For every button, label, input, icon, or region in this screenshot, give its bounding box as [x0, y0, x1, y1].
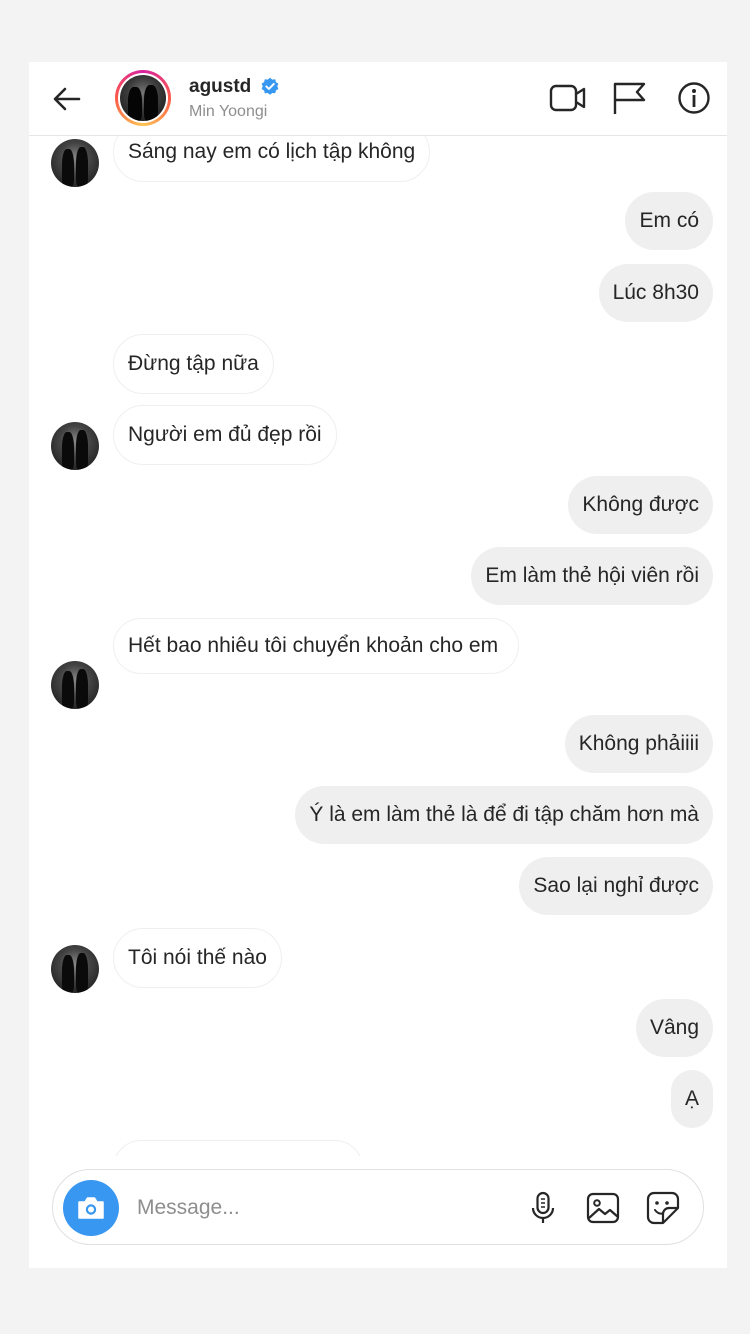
message-bubble-sent[interactable]: Sao lại nghỉ được [519, 857, 713, 915]
video-call-icon [549, 84, 586, 112]
avatar[interactable] [115, 70, 171, 126]
message-bubble-sent[interactable]: Không được [568, 476, 713, 534]
info-icon [678, 82, 710, 114]
avatar[interactable] [51, 422, 99, 470]
flag-icon [613, 82, 646, 114]
voice-message-button[interactable] [523, 1188, 563, 1228]
message-bubble-received[interactable]: Sáng nay em có lịch tập không [113, 136, 431, 182]
verified-badge-icon [261, 77, 279, 95]
info-button[interactable] [674, 78, 714, 118]
video-call-button[interactable] [548, 78, 588, 118]
message-bubble-received[interactable]: Hết bao nhiêu tôi chuyển khoản cho em [113, 618, 519, 674]
contact-real-name: Min Yoongi [189, 103, 268, 120]
sticker-icon [646, 1191, 680, 1225]
camera-button[interactable] [63, 1180, 119, 1236]
sticker-button[interactable] [643, 1188, 683, 1228]
message-bubble-received[interactable]: Người em đủ đẹp rồi [113, 405, 337, 465]
message-composer [52, 1169, 704, 1245]
avatar[interactable] [51, 139, 99, 187]
camera-icon [78, 1197, 104, 1219]
back-arrow-icon [53, 87, 81, 111]
message-bubble-received[interactable]: Đừng tập nữa [113, 334, 274, 394]
contact-username[interactable]: agustd [189, 76, 251, 98]
message-bubble-sent[interactable]: Vâng [635, 999, 713, 1057]
message-bubble-sent[interactable]: Lúc 8h30 [598, 264, 713, 322]
chat-header: agustd Min Yoongi [29, 62, 727, 136]
avatar[interactable] [51, 661, 99, 709]
message-bubble-sent[interactable]: Ạ [670, 1070, 713, 1128]
message-bubble-sent[interactable]: Ý là em làm thẻ là để đi tập chăm hơn mà [295, 786, 713, 844]
report-button[interactable] [610, 78, 650, 118]
message-bubble-sent[interactable]: Không phảiiii [564, 715, 713, 773]
message-bubble-sent[interactable]: Em làm thẻ hội viên rồi [471, 547, 713, 605]
message-thread[interactable]: Sáng nay em có lịch tập không Em có Lúc … [29, 136, 727, 1156]
avatar[interactable] [51, 945, 99, 993]
gallery-icon [586, 1192, 620, 1224]
gallery-button[interactable] [583, 1188, 623, 1228]
chat-screen: agustd Min Yoongi Sáng nay em có lịch tậ… [29, 62, 727, 1268]
message-bubble-received[interactable] [113, 1140, 363, 1156]
message-bubble-sent[interactable]: Em có [625, 192, 713, 250]
message-input[interactable] [137, 1192, 437, 1224]
message-bubble-received[interactable]: Tôi nói thế nào [113, 928, 282, 988]
microphone-icon [531, 1191, 555, 1223]
back-button[interactable] [47, 80, 87, 118]
